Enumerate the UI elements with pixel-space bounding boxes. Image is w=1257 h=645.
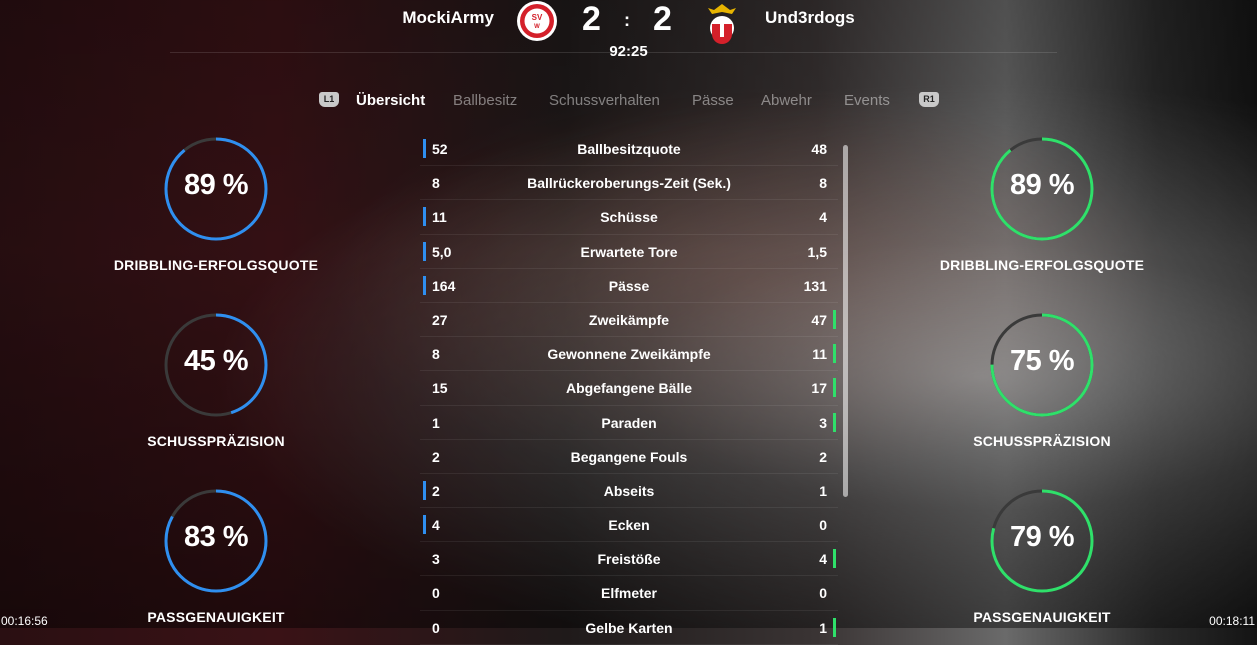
video-elapsed-time: 00:16:56 <box>1 614 48 628</box>
stat-name: Abseits <box>603 482 655 499</box>
stat-name: Paraden <box>601 414 657 431</box>
stat-away-value: 4 <box>819 551 827 568</box>
gauge-label: SCHUSSPRÄZISION <box>973 433 1111 449</box>
stat-row: 164 Pässe 131 <box>420 269 838 303</box>
gauge-value: 75 % <box>1009 345 1075 377</box>
gauge-value: 45 % <box>183 345 249 377</box>
tab-schussverhalten[interactable]: Schussverhalten <box>549 92 660 109</box>
gauge-label: PASSGENAUIGKEIT <box>147 609 285 625</box>
away-goals: 2 <box>653 0 672 38</box>
gauge-value: 79 % <box>1009 521 1075 553</box>
stat-name: Freistöße <box>597 551 661 568</box>
stat-row: 11 Schüsse 4 <box>420 200 838 235</box>
svg-text:W: W <box>534 24 540 30</box>
stat-name: Ballbesitzquote <box>577 141 681 157</box>
stat-row: 8 Gewonnene Zweikämpfe 11 <box>420 337 838 372</box>
tab-uebersicht[interactable]: Übersicht <box>356 92 425 109</box>
home-gauge-dribbling: 89 % DRIBBLING-ERFOLGSQUOTE <box>111 135 321 273</box>
stat-away-value: 48 <box>811 141 827 157</box>
scoreboard: MockiArmy SV W 2 : 2 Und3rdogs 92:25 <box>0 0 1257 70</box>
away-team-name: Und3rdogs <box>765 8 855 27</box>
stat-away-value: 0 <box>819 517 827 534</box>
stat-row: 52 Ballbesitzquote 48 <box>420 132 838 167</box>
gauge-label: DRIBBLING-ERFOLGSQUOTE <box>113 257 319 273</box>
tab-events[interactable]: Events <box>844 92 890 109</box>
tab-paesse[interactable]: Pässe <box>692 92 734 109</box>
stat-name: Ballrückeroberungs-Zeit (Sek.) <box>527 175 731 192</box>
stat-name: Schüsse <box>600 209 658 226</box>
stats-table: 52 Ballbesitzquote 48 8 Ballrückeroberungs-Z… <box>420 132 838 645</box>
stat-away-value: 2 <box>819 448 827 465</box>
stat-away-value: 4 <box>819 209 827 226</box>
stat-away-value: 8 <box>819 175 827 192</box>
home-team-name: MockiArmy <box>402 8 494 27</box>
stat-row: 3 Freistöße 4 <box>420 542 838 577</box>
home-gauge-shot-accuracy: 45 % SCHUSSPRÄZISION <box>111 311 321 449</box>
stat-away-value: 1 <box>819 482 827 499</box>
stat-away-value: 3 <box>819 414 827 431</box>
gauge-value: 89 % <box>183 169 249 201</box>
l1-bumper-icon[interactable]: L1 <box>319 92 339 107</box>
stats-scrollbar[interactable] <box>843 145 848 497</box>
stats-tabs: L1 Übersicht Ballbesitz Schussverhalten … <box>0 90 1257 112</box>
r1-bumper-icon[interactable]: R1 <box>919 92 939 107</box>
tab-abwehr[interactable]: Abwehr <box>761 92 812 109</box>
stat-name: Erwartete Tore <box>580 243 678 260</box>
stat-name: Abgefangene Bälle <box>565 380 693 397</box>
stat-name: Begangene Fouls <box>570 448 688 465</box>
stat-name: Elfmeter <box>600 585 658 602</box>
eagle-crest-icon <box>708 4 736 44</box>
stat-away-value: 0 <box>819 585 827 602</box>
stat-row: 1 Paraden 3 <box>420 406 838 440</box>
stat-row: 2 Begangene Fouls 2 <box>420 440 838 474</box>
stat-away-value: 47 <box>811 311 827 328</box>
tab-ballbesitz[interactable]: Ballbesitz <box>453 92 517 109</box>
svg-text:SV: SV <box>532 13 543 22</box>
stat-away-value: 1,5 <box>807 243 827 260</box>
home-goals: 2 <box>582 0 601 38</box>
gauge-value: 83 % <box>183 521 249 553</box>
stat-away-value: 11 <box>812 346 827 363</box>
stat-row: 4 Ecken 0 <box>420 508 838 543</box>
gauge-value: 89 % <box>1009 169 1075 201</box>
stat-away-value: 17 <box>811 380 827 397</box>
away-gauge-shot-accuracy: 75 % SCHUSSPRÄZISION <box>937 311 1147 449</box>
stat-row: 5,0 Erwartete Tore 1,5 <box>420 235 838 269</box>
score-separator: : <box>624 10 630 30</box>
away-gauge-pass-accuracy: 79 % PASSGENAUIGKEIT <box>937 487 1147 625</box>
video-duration: 00:18:11 <box>1209 614 1255 628</box>
gauge-label: DRIBBLING-ERFOLGSQUOTE <box>939 257 1145 273</box>
stat-row: 27 Zweikämpfe 47 <box>420 303 838 338</box>
stat-row: 8 Ballrückeroberungs-Zeit (Sek.) 8 <box>420 166 838 201</box>
divider <box>170 52 1057 53</box>
away-gauge-dribbling: 89 % DRIBBLING-ERFOLGSQUOTE <box>937 135 1147 273</box>
gauge-label: SCHUSSPRÄZISION <box>147 433 285 449</box>
stat-name: Gewonnene Zweikämpfe <box>547 346 711 363</box>
gauge-label: PASSGENAUIGKEIT <box>973 609 1111 625</box>
stat-name: Ecken <box>608 517 650 534</box>
stat-away-value: 131 <box>803 277 827 294</box>
stat-name: Zweikämpfe <box>588 311 670 328</box>
stat-name: Pässe <box>608 277 650 294</box>
stat-row: 15 Abgefangene Bälle 17 <box>420 371 838 406</box>
sv-wehen-wiesbaden-crest-icon: SV W <box>517 1 557 41</box>
home-gauge-pass-accuracy: 83 % PASSGENAUIGKEIT <box>111 487 321 625</box>
stat-row: 0 Elfmeter 0 <box>420 576 838 611</box>
stat-row: 2 Abseits 1 <box>420 474 838 509</box>
